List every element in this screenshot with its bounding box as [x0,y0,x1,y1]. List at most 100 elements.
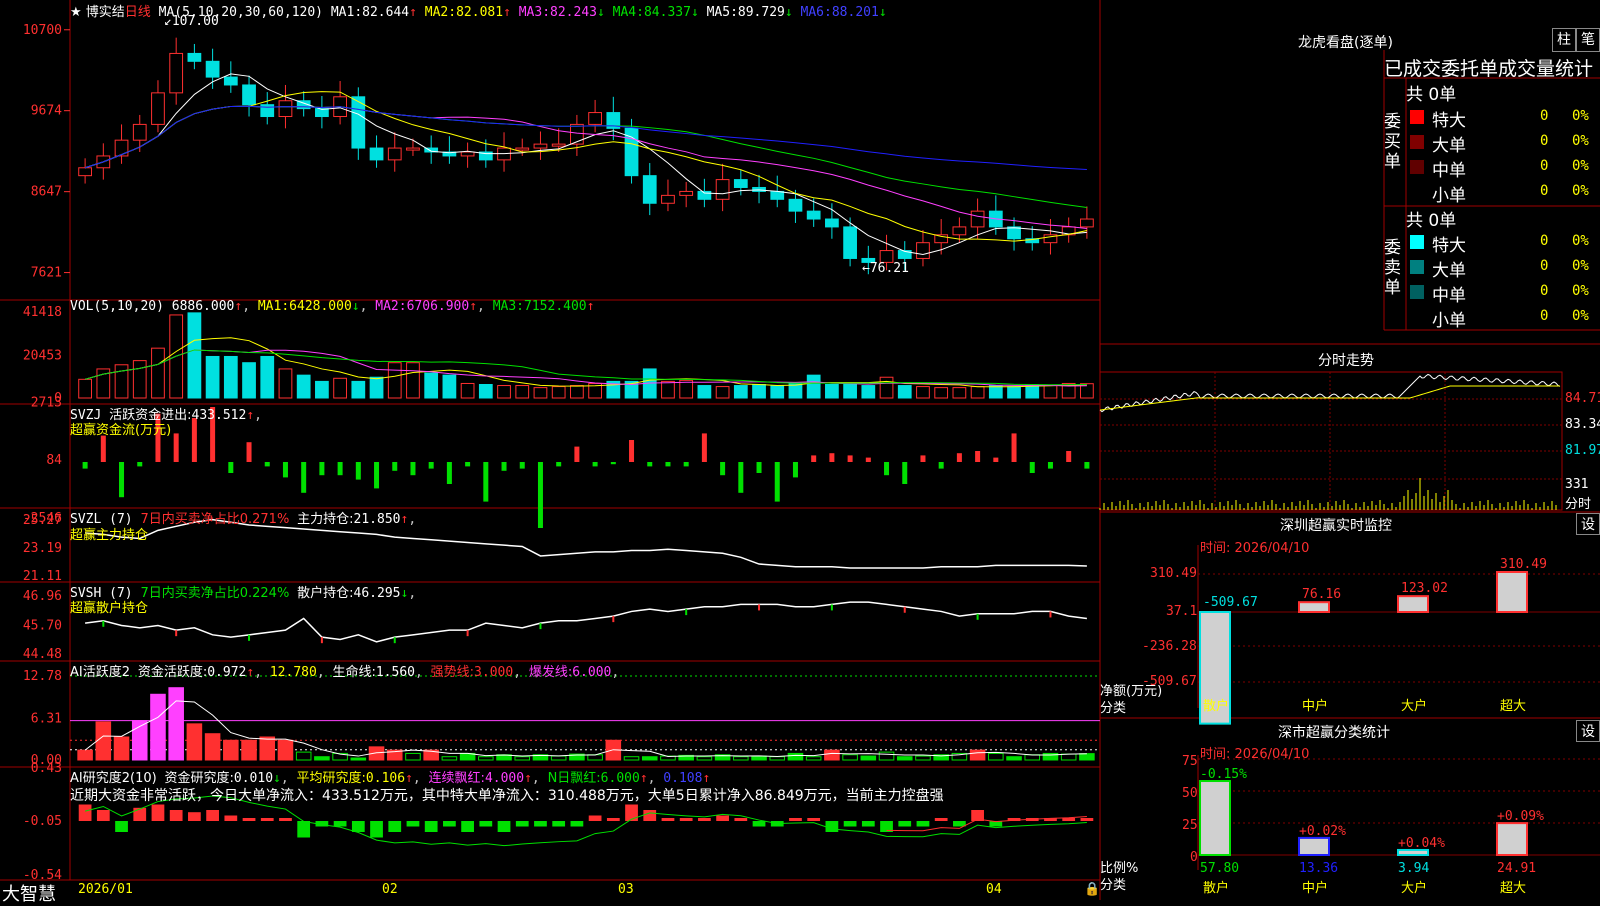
flow-bar [465,462,471,467]
volume-bar [770,385,785,399]
ai-strong-label: 强势线: [430,665,475,680]
volume-bar [478,384,493,399]
stock-name[interactable]: ★ 博实结 [70,5,125,20]
flow-bar [100,435,106,462]
flow-bar [756,462,762,473]
vol-ma3-value: 7152.400 [524,299,587,314]
research-bar [297,821,311,838]
research-bar [78,804,92,821]
flow-bar [610,462,616,465]
research-bar [661,818,675,821]
flow-bar [137,462,143,467]
research-bar [224,815,238,821]
flow-bar [665,462,671,467]
candle [460,151,475,157]
sz-class-settings-button[interactable]: 设 [1576,720,1600,742]
research-bar [169,810,183,821]
svsh-subtitle: 超赢散户持仓 [70,601,149,616]
candle [570,123,584,145]
volume-bar [970,386,985,399]
class-bottom-value: 24.91 [1497,861,1536,876]
period-label[interactable]: 日线 [125,5,151,20]
ai-red-arrow: ↑ [524,771,532,786]
svsh-line [85,601,1087,643]
volume-bar [715,386,730,399]
research-bar [242,818,256,821]
volume-bar [952,387,967,399]
monitor-value: 76.16 [1302,587,1341,602]
y-tick-ai-active: 6.31 [31,712,62,727]
active-bar [751,755,767,761]
tab-tick[interactable]: 笔 [1576,28,1600,52]
vol-label: VOL(5,10,20) [70,299,164,314]
candle [369,147,384,161]
volume-bar [570,385,584,399]
ai-red-label: 连续飘红: [428,771,485,786]
order-count: 0 [1540,183,1549,199]
candle [114,139,129,157]
candle [588,112,602,125]
kline-chart-area[interactable]: 1070096748647762141418204530271384-25462… [0,0,1600,900]
ma2-name: MA2: [424,5,457,20]
high-marker: ↙107.00 [164,14,219,29]
y-tick-svzl: 21.11 [23,569,62,584]
flow-bar [1029,462,1035,473]
flow-bar [355,462,361,480]
ai-active-label: AI活跃度2 [70,665,130,680]
intraday-tick-3: 81.97 [1565,443,1600,458]
active-bar [514,756,531,761]
legend-swatch [1410,135,1424,149]
candle [952,226,967,236]
ai-research-label: AI研究度2(10) [70,771,157,786]
monitor-cat: 中户 [1302,698,1328,714]
legend-swatch [1410,160,1424,174]
candle [551,143,566,147]
research-bar [752,821,766,827]
svsh-tick [1049,611,1052,618]
flow-bar [629,440,635,462]
sz-class-axis-label2: 分类 [1100,878,1127,893]
candle [78,167,92,177]
order-percent: 0% [1572,183,1589,199]
ai-avg-label: 平均研究度: [296,771,366,786]
sz-class-tick-2: 50 [1182,786,1198,801]
volume-bar [460,382,475,399]
ai-comment: 近期大资金非常活跃，今日大单净流入：433.512万元，其中特大单净流入：310… [70,788,944,804]
active-bar [769,756,786,761]
ai-tail-arrow: ↑ [702,771,711,786]
legend-swatch [1410,235,1424,249]
research-bar [716,815,729,821]
flow-bar [301,462,307,493]
flow-bar [865,457,871,462]
research-bar [115,821,128,832]
tab-bar[interactable]: 柱 [1552,28,1576,52]
svzj-value: 433.512 [191,408,247,423]
svsh-desc2: 散户持仓: [297,586,354,601]
x-tick-1: 2026/01 [78,882,133,897]
volume-bar [132,360,147,399]
research-bar [698,818,711,821]
research-bar [260,818,274,821]
ma4-arrow: ↓ [690,5,699,20]
ai-life-label: 生命线: [332,665,376,680]
sz-monitor-settings-button[interactable]: 设 [1576,513,1600,535]
volume-bar [679,379,694,399]
order-size-label: 小单 [1432,311,1466,331]
flow-bar [428,462,434,469]
candle [916,242,930,259]
svzl-desc: 7日内买卖净占比0.271% [140,512,290,527]
active-bar [969,749,986,761]
research-bar [1080,818,1094,821]
volume-bar [879,376,894,399]
high-value: 107.00 [171,14,219,29]
ma-line [84,73,1087,256]
research-bar [916,821,930,827]
class-cat: 大户 [1401,880,1427,896]
research-bar [515,821,529,827]
svsh-tick [612,616,615,623]
y-tick-svsh: 44.48 [23,647,62,662]
active-bar [259,736,276,761]
lock-icon[interactable]: 🔒 [1084,882,1100,897]
ai-research-arrow: ↓ [273,771,281,786]
svsh-tick [976,613,979,620]
